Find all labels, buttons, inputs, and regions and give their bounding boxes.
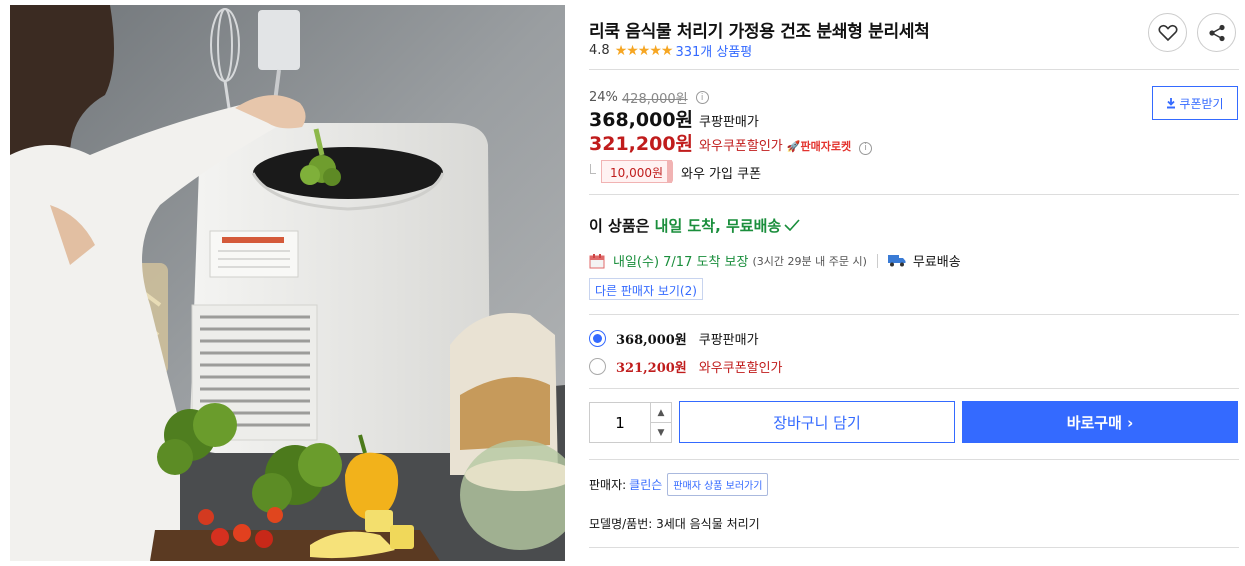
quantity-input[interactable] xyxy=(590,403,650,442)
option-label: 쿠팡판매가 xyxy=(698,333,759,348)
corner-mark xyxy=(590,164,596,174)
download-icon xyxy=(1167,97,1176,108)
price-option-sale[interactable]: 368,000원 쿠팡판매가 xyxy=(589,329,759,348)
rating-score: 4.8 xyxy=(589,43,610,58)
divider xyxy=(589,388,1239,389)
info-icon[interactable]: i xyxy=(695,91,709,104)
coupon-description: 와우 가입 쿠폰 xyxy=(681,167,762,182)
shipping-label: 무료배송 xyxy=(912,255,961,270)
divider xyxy=(589,547,1239,548)
calendar-icon xyxy=(589,253,605,268)
share-icon xyxy=(1208,24,1225,41)
seller-row: 판매자: 클린슨 판매자 상품 보러가기 xyxy=(589,473,769,496)
coupon-price: 321,200원 xyxy=(589,133,694,155)
add-to-cart-button[interactable]: 장바구니 담기 xyxy=(679,401,955,443)
seller-products-button[interactable]: 판매자 상품 보러가기 xyxy=(667,473,769,496)
radio-unselected[interactable] xyxy=(589,358,606,375)
seller-label: 판매자: xyxy=(589,478,627,492)
quantity-stepper: ▲ ▼ xyxy=(589,402,672,443)
chevron-down-icon[interactable]: ▼ xyxy=(651,423,671,442)
product-title: 리쿡 음식물 처리기 가정용 건조 분쇄형 분리세척 xyxy=(589,22,930,42)
check-icon xyxy=(784,219,800,232)
coupon-amount: 10,000원 xyxy=(601,160,673,183)
rating-row: 4.8 ★★★★★ 331개 상품평 xyxy=(589,41,752,61)
option-label: 와우쿠폰할인가 xyxy=(698,361,783,376)
coupon-price-label: 와우쿠폰할인가 xyxy=(699,139,783,154)
coupon-price-row: 321,200원 와우쿠폰할인가 🚀판매자로켓 i xyxy=(589,129,873,156)
sale-price: 368,000원 xyxy=(589,109,694,131)
heart-icon xyxy=(1157,24,1178,41)
divider xyxy=(589,194,1239,195)
delivery-headline-highlight: 내일 도착, 무료배송 xyxy=(654,217,782,235)
coupon-button-label: 쿠폰받기 xyxy=(1179,96,1224,111)
share-button[interactable] xyxy=(1197,13,1236,52)
delivery-row: 내일(수) 7/17 도착 보장 (3시간 29분 내 주문 시) 무료배송 xyxy=(589,251,961,270)
buy-now-button[interactable]: 바로구매 › xyxy=(962,401,1238,443)
option-price: 368,000원 xyxy=(616,333,687,348)
seller-name-link[interactable]: 클린슨 xyxy=(629,476,662,493)
rocket-badge: 🚀판매자로켓 xyxy=(786,140,852,153)
divider xyxy=(589,69,1239,70)
price-option-coupon[interactable]: 321,200원 와우쿠폰할인가 xyxy=(589,357,783,376)
product-photo-illustration xyxy=(10,5,565,561)
truck-icon xyxy=(887,255,906,267)
divider xyxy=(589,459,1239,460)
coupon-notch xyxy=(667,160,673,183)
chevron-up-icon[interactable]: ▲ xyxy=(651,403,671,423)
arrival-date: 내일(수) 7/17 도착 보장 xyxy=(613,255,749,270)
star-rating-icon: ★★★★★ xyxy=(614,42,674,59)
discount-rate: 24% xyxy=(589,90,618,105)
arrival-note: (3시간 29분 내 주문 시) xyxy=(752,254,867,268)
product-info-panel: 리쿡 음식물 처리기 가정용 건조 분쇄형 분리세척 4.8 ★★★★★ 331… xyxy=(589,0,1239,566)
delivery-headline-prefix: 이 상품은 xyxy=(589,217,655,235)
coupon-download-button[interactable]: 쿠폰받기 xyxy=(1152,86,1238,120)
sale-price-row: 368,000원 쿠팡판매가 xyxy=(589,105,759,132)
model-number: 모델명/품번: 3세대 음식물 처리기 xyxy=(589,517,760,531)
quantity-buttons: ▲ ▼ xyxy=(650,403,671,442)
separator xyxy=(876,253,878,268)
option-price: 321,200원 xyxy=(616,361,687,376)
wishlist-button[interactable] xyxy=(1148,13,1187,52)
divider xyxy=(589,314,1239,315)
other-sellers-button[interactable]: 다른 판매자 보기(2) xyxy=(589,278,703,300)
delivery-headline: 이 상품은 내일 도착, 무료배송 xyxy=(589,215,800,236)
sale-price-label: 쿠팡판매가 xyxy=(699,115,759,130)
radio-selected[interactable] xyxy=(589,330,606,347)
review-count-link[interactable]: 331개 상품평 xyxy=(675,41,752,60)
rocket-badge-label: 판매자로켓 xyxy=(800,140,852,153)
info-icon[interactable]: i xyxy=(859,141,873,155)
product-image[interactable] xyxy=(10,5,565,561)
